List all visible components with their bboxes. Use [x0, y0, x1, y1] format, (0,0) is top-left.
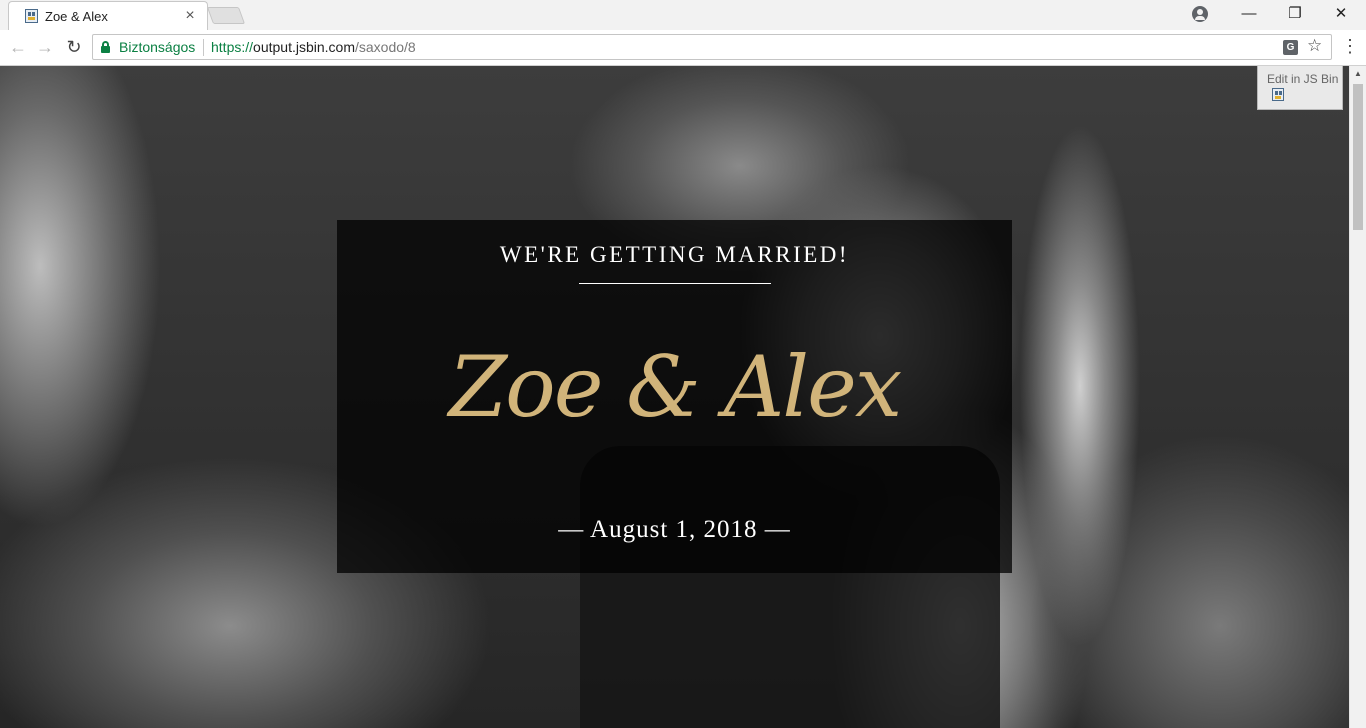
- browser-chrome: Zoe & Alex × — ❐ ✕ ← → ↻ Biztonságos htt…: [0, 0, 1366, 66]
- vertical-scrollbar[interactable]: ▲: [1349, 66, 1366, 728]
- url-scheme: https://: [211, 39, 254, 55]
- address-bar[interactable]: Biztonságos https://output.jsbin.com/sax…: [92, 34, 1332, 60]
- reload-button[interactable]: ↻: [62, 35, 86, 59]
- scroll-thumb[interactable]: [1353, 84, 1363, 230]
- forward-button[interactable]: →: [33, 35, 57, 59]
- close-window-button[interactable]: ✕: [1318, 0, 1364, 28]
- browser-toolbar: ← → ↻ Biztonságos https://output.jsbin.c…: [0, 30, 1366, 66]
- wedding-date: — August 1, 2018 —: [558, 516, 791, 543]
- star-icon[interactable]: ☆: [1307, 36, 1322, 56]
- tab-close-icon[interactable]: ×: [181, 7, 199, 25]
- browser-menu-icon[interactable]: ⋮: [1340, 35, 1360, 59]
- couple-names: Zoe & Alex: [448, 338, 902, 436]
- url-host: output.jsbin.com: [253, 39, 355, 55]
- new-tab-button[interactable]: [206, 7, 246, 24]
- tab-active[interactable]: Zoe & Alex ×: [8, 1, 208, 30]
- omnibox-divider: [203, 39, 204, 56]
- tab-strip: Zoe & Alex × — ❐ ✕: [0, 0, 1366, 30]
- page-viewport: WE'RE GETTING MARRIED! Zoe & Alex — Augu…: [0, 66, 1349, 728]
- scroll-up-icon[interactable]: ▲: [1350, 66, 1366, 82]
- restore-button[interactable]: ❐: [1272, 0, 1318, 28]
- jsbin-favicon-icon: [25, 9, 38, 23]
- heading-divider: [579, 283, 771, 284]
- back-button[interactable]: ←: [6, 35, 30, 59]
- url-text[interactable]: https://output.jsbin.com/saxodo/8: [211, 39, 416, 55]
- announcement-heading: WE'RE GETTING MARRIED!: [499, 242, 850, 267]
- lock-icon: [101, 41, 110, 53]
- jsbin-logo-icon: [1272, 88, 1284, 101]
- url-path: /saxodo/8: [354, 39, 416, 55]
- edit-in-jsbin-button[interactable]: Edit in JS Bin: [1257, 66, 1343, 110]
- hero-overlay-card: WE'RE GETTING MARRIED! Zoe & Alex — Augu…: [337, 220, 1012, 573]
- jsbin-badge-label: Edit in JS Bin: [1267, 72, 1339, 86]
- profile-icon[interactable]: [1192, 6, 1208, 22]
- secure-label[interactable]: Biztonságos: [119, 39, 195, 55]
- translate-icon[interactable]: G: [1283, 40, 1298, 55]
- minimize-button[interactable]: —: [1226, 0, 1272, 28]
- tab-title: Zoe & Alex: [45, 9, 108, 24]
